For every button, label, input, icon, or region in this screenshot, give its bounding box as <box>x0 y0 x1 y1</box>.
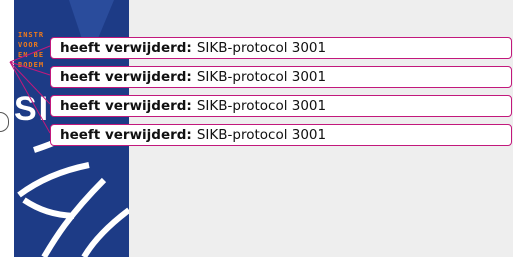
tooltip-value: SIKB-protocol 3001 <box>196 69 327 85</box>
tooltip-value: SIKB-protocol 3001 <box>196 98 327 114</box>
tooltip-value: SIKB-protocol 3001 <box>196 127 327 143</box>
tooltip-label: heeft verwijderd: <box>60 40 192 56</box>
tooltip-row: heeft verwijderd: SIKB-protocol 3001 <box>50 95 512 117</box>
tooltip-label: heeft verwijderd: <box>60 69 192 85</box>
tooltip-row: heeft verwijderd: SIKB-protocol 3001 <box>50 66 512 88</box>
tooltip-row: heeft verwijderd: SIKB-protocol 3001 <box>50 37 512 59</box>
tooltip-label: heeft verwijderd: <box>60 98 192 114</box>
logo-letters: SI <box>14 90 51 128</box>
tooltip-row: heeft verwijderd: SIKB-protocol 3001 <box>50 124 512 146</box>
logo-tagline: INSTR VOOR EN BE BODEM <box>18 31 45 69</box>
tooltip-label: heeft verwijderd: <box>60 127 192 143</box>
tooltip-value: SIKB-protocol 3001 <box>196 40 327 56</box>
